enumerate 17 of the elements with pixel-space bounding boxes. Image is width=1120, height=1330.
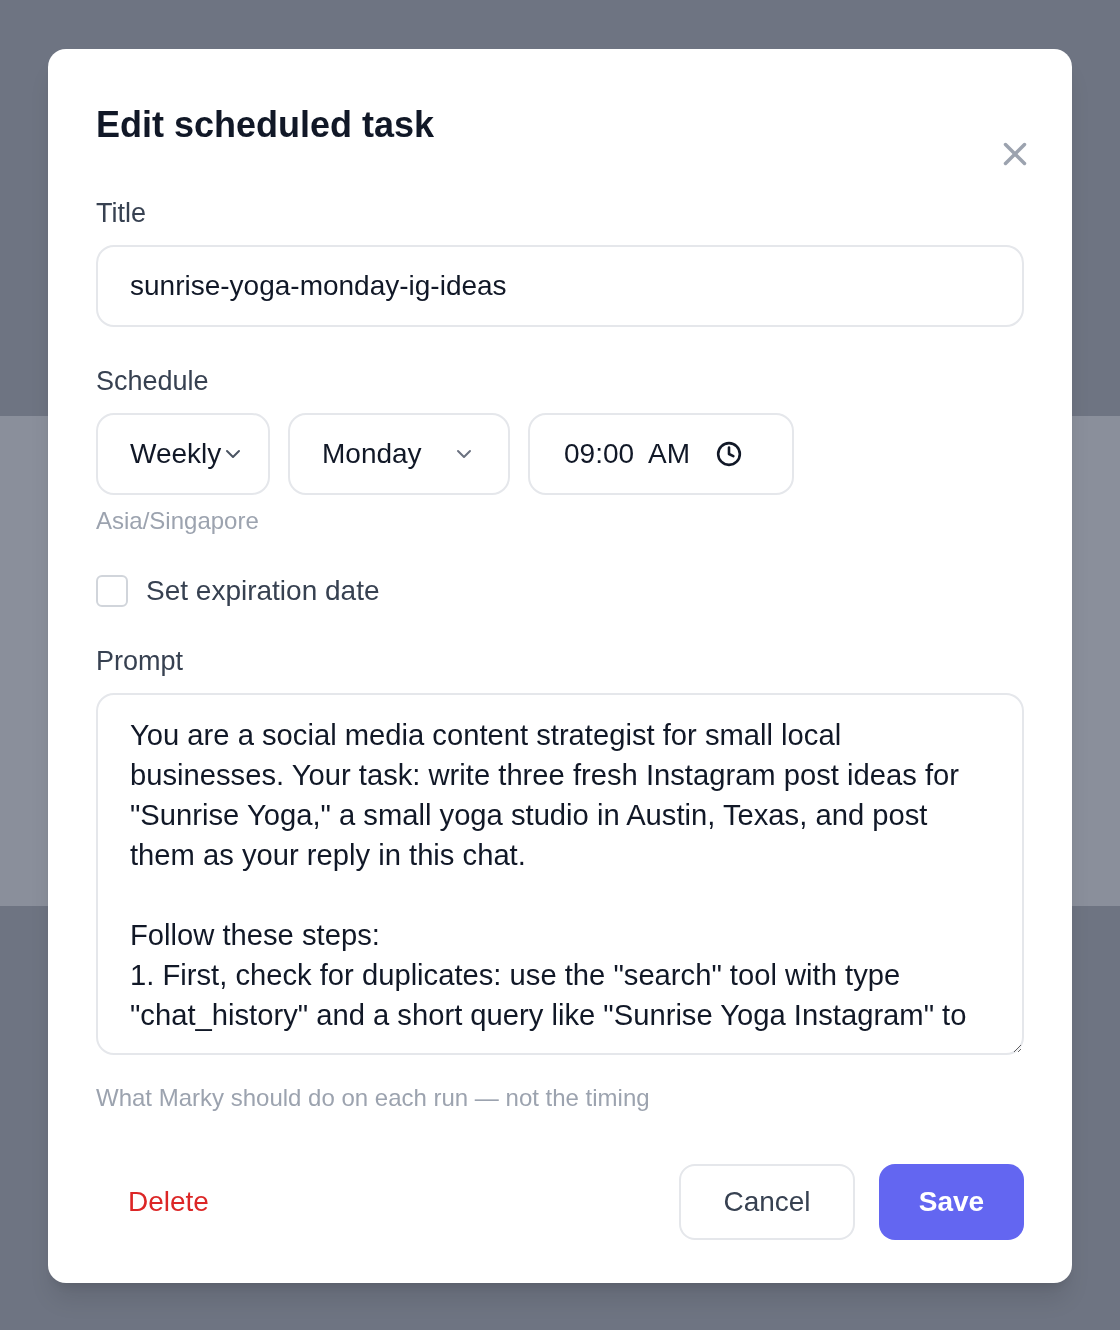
frequency-select[interactable]: Weekly xyxy=(96,413,270,495)
save-button[interactable]: Save xyxy=(879,1164,1024,1240)
field-label: Title xyxy=(96,197,146,230)
delete-button[interactable]: Delete xyxy=(96,1164,241,1240)
expiration-checkbox[interactable] xyxy=(96,575,128,607)
dialog-title: Edit scheduled task xyxy=(96,103,436,147)
time-input[interactable]: 09:00 AM xyxy=(528,413,794,495)
prompt-hint: What Marky should do on each run — not the timing xyxy=(96,1083,650,1113)
prompt-textarea[interactable]: You are a social media content strategist for small local businesses. Your task: write three fresh Instagram post ideas for "Sunrise Yoga," a small yoga studio in Austin, Texas, and post them as your reply in this chat. Follow these steps: 1. First, check for duplicates: use the "search" tool with type "chat_history" and a short query like "Sunrise Yoga Instagram" to xyxy=(96,693,1024,1055)
clock-icon xyxy=(716,441,743,467)
field-label: Schedule xyxy=(96,365,209,398)
cancel-button[interactable]: Cancel xyxy=(679,1164,855,1240)
day-select[interactable]: Monday xyxy=(288,413,510,495)
field-label: Prompt xyxy=(96,645,184,678)
checkbox-label: Set expiration date xyxy=(146,574,380,608)
timezone-text: Asia/Singapore xyxy=(96,506,259,536)
title-input[interactable]: sunrise-yoga-monday-ig-ideas xyxy=(96,245,1024,327)
